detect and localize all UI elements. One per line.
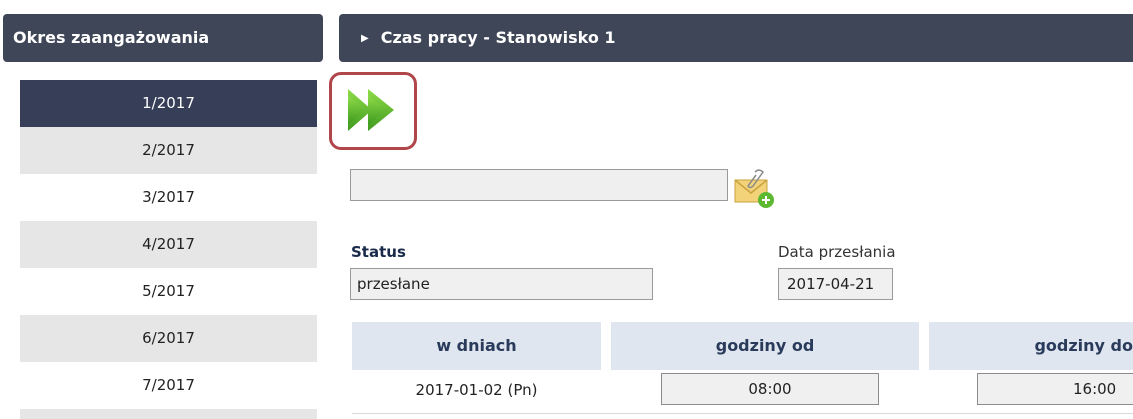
next-button[interactable]	[329, 72, 417, 150]
period-item-7-2017[interactable]: 7/2017	[20, 362, 317, 409]
section-header[interactable]: ▶ Czas pracy - Stanowisko 1	[339, 14, 1133, 62]
period-item-1-2017[interactable]: 1/2017	[20, 80, 317, 127]
attachment-input[interactable]	[350, 169, 728, 201]
period-panel-title: Okres zaangażowania	[3, 14, 323, 62]
caret-right-icon: ▶	[361, 33, 369, 44]
period-item-partial[interactable]	[20, 409, 317, 419]
period-item-6-2017[interactable]: 6/2017	[20, 315, 317, 362]
row-divider	[352, 413, 1133, 414]
period-item-4-2017[interactable]: 4/2017	[20, 221, 317, 268]
column-header-hours-from: godziny od	[611, 322, 919, 370]
hours-to-field[interactable]: 16:00	[977, 373, 1133, 405]
period-item-3-2017[interactable]: 3/2017	[20, 174, 317, 221]
section-title: Czas pracy - Stanowisko 1	[380, 28, 616, 47]
period-item-2-2017[interactable]: 2/2017	[20, 127, 317, 174]
hours-from-field[interactable]: 08:00	[661, 373, 879, 405]
status-field[interactable]: przesłane	[350, 268, 653, 300]
period-item-5-2017[interactable]: 5/2017	[20, 268, 317, 315]
date-label: Data przesłania	[778, 243, 896, 261]
column-header-hours-to: godziny do	[929, 322, 1133, 370]
date-field[interactable]: 2017-04-21	[778, 268, 893, 300]
attachment-add-icon[interactable]	[733, 168, 779, 216]
double-arrow-right-icon	[348, 89, 394, 131]
row-day: 2017-01-02 (Pn)	[415, 381, 538, 399]
status-label: Status	[351, 243, 406, 261]
period-list: 1/2017 2/2017 3/2017 4/2017 5/2017 6/201…	[20, 80, 317, 419]
column-header-days: w dniach	[352, 322, 601, 370]
